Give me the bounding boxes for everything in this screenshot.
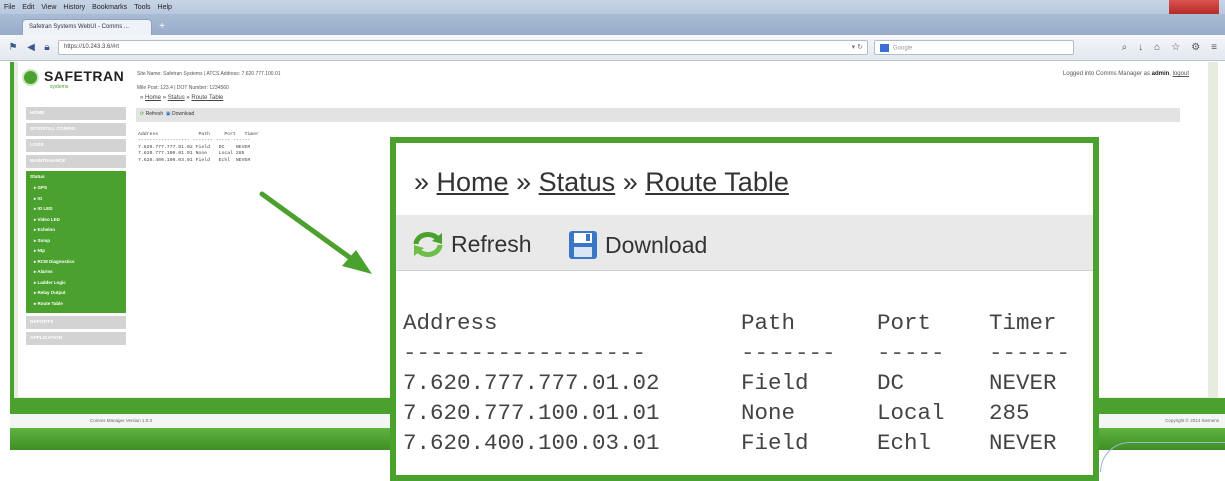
cell-port: Echl	[877, 430, 932, 456]
breadcrumb-separator: »	[622, 167, 638, 197]
header-path: Path	[741, 310, 796, 336]
separator: ------------------	[403, 340, 647, 366]
refresh-icon	[413, 232, 443, 257]
breadcrumb-separator: »	[516, 167, 532, 197]
breadcrumb: » Home » Status » Route Table	[414, 167, 789, 198]
zoom-callout: » Home » Status » Route Table Refresh Do…	[390, 137, 1099, 481]
cell-path: None	[741, 400, 796, 426]
download-button[interactable]: Download	[568, 230, 707, 260]
route-table-toolbar: Refresh Download	[396, 215, 1093, 271]
cell-address: 7.620.400.100.03.01	[403, 430, 660, 456]
cell-address: 7.620.777.777.01.02	[403, 370, 660, 396]
cell-path: Field	[741, 370, 809, 396]
separator: ------	[989, 340, 1071, 366]
header-port: Port	[877, 310, 932, 336]
header-address: Address	[403, 310, 498, 336]
refresh-button[interactable]: Refresh	[412, 230, 532, 258]
cell-path: Field	[741, 430, 809, 456]
cell-timer: NEVER	[989, 370, 1057, 396]
refresh-label: Refresh	[451, 230, 532, 257]
cell-port: DC	[877, 370, 905, 396]
cell-timer: NEVER	[989, 430, 1057, 456]
header-timer: Timer	[989, 310, 1057, 336]
screenshot: File Edit View History Bookmarks Tools H…	[0, 0, 1225, 481]
breadcrumb-status-link[interactable]: Status	[539, 167, 616, 197]
breadcrumb-separator: »	[414, 167, 430, 197]
cell-port: Local	[877, 400, 945, 426]
download-label: Download	[605, 231, 708, 258]
separator: -------	[741, 340, 836, 366]
download-disk-icon	[569, 231, 597, 259]
breadcrumb-home-link[interactable]: Home	[437, 167, 509, 197]
separator: -----	[877, 340, 945, 366]
cell-address: 7.620.777.100.01.01	[403, 400, 660, 426]
breadcrumb-route-table-link[interactable]: Route Table	[645, 167, 789, 197]
cell-timer: 285	[989, 400, 1030, 426]
